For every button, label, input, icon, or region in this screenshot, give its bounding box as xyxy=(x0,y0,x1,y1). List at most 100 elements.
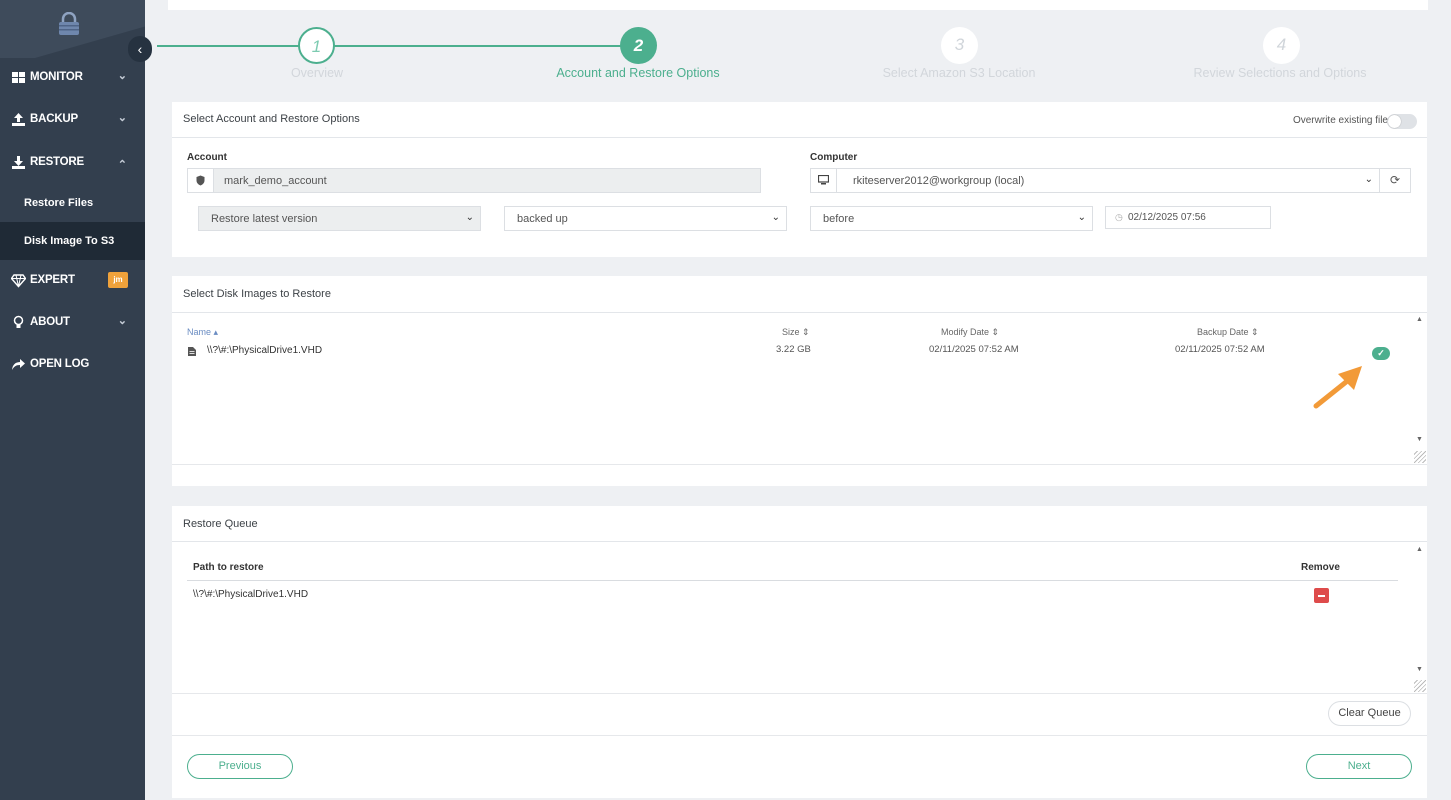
sort-asc-icon: ▴ xyxy=(213,327,219,337)
nav-expert[interactable]: EXPERT jm xyxy=(0,261,145,301)
overwrite-toggle[interactable] xyxy=(1387,114,1417,129)
scroll-up-icon[interactable]: ▲ xyxy=(1416,316,1423,323)
next-button[interactable]: Next xyxy=(1306,754,1412,779)
main-area: 1 Overview 2 Account and Restore Options… xyxy=(145,0,1451,800)
nav-backup[interactable]: BACKUP ⌄ xyxy=(0,100,145,140)
nav-about[interactable]: ABOUT ⌄ xyxy=(0,303,145,343)
nav-restore-label: RESTORE xyxy=(30,156,84,168)
account-options-title: Select Account and Restore Options xyxy=(183,113,360,125)
state-select-value: backed up xyxy=(517,213,568,225)
step-4-label: Review Selections and Options xyxy=(1193,66,1367,80)
account-options-card: Select Account and Restore Options Overw… xyxy=(172,102,1427,257)
nav-monitor[interactable]: MONITOR ⌄ xyxy=(0,58,145,98)
col-path-header: Path to restore xyxy=(193,562,264,573)
disk-image-to-s3-label: Disk Image To S3 xyxy=(24,235,115,247)
account-field[interactable]: mark_demo_account xyxy=(187,168,761,193)
sort-icon: ⇕ xyxy=(991,327,1000,337)
chevron-up-icon: ⌃ xyxy=(117,159,127,171)
chevron-down-icon: ⌄ xyxy=(1364,174,1373,185)
disk-name: \\?\#:\PhysicalDrive1.VHD xyxy=(207,345,323,356)
datetime-value: 02/12/2025 07:56 xyxy=(1128,212,1206,223)
diamond-icon xyxy=(11,274,26,288)
col-size-header[interactable]: Size ⇕ xyxy=(782,327,810,338)
version-select[interactable]: Restore latest version ⌄ xyxy=(198,206,481,231)
sidebar-item-restore-files[interactable]: Restore Files xyxy=(0,184,145,222)
selected-check-icon[interactable]: ✓ xyxy=(1372,347,1390,360)
scroll-down-icon[interactable]: ▼ xyxy=(1416,436,1423,443)
computer-select[interactable]: rkiteserver2012@workgroup (local) ⌄ xyxy=(810,168,1380,193)
account-value: mark_demo_account xyxy=(224,175,327,187)
step-1-circle[interactable]: 1 xyxy=(298,27,335,64)
scroll-up-icon[interactable]: ▲ xyxy=(1416,546,1423,553)
disk-backup-date: 02/11/2025 07:52 AM xyxy=(1175,344,1265,355)
scroll-down-icon[interactable]: ▼ xyxy=(1416,666,1423,673)
computer-label: Computer xyxy=(810,152,858,163)
nav-about-label: ABOUT xyxy=(30,316,70,328)
version-select-value: Restore latest version xyxy=(211,213,318,225)
sort-icon: ⇕ xyxy=(1251,327,1259,337)
share-arrow-icon xyxy=(12,359,25,370)
overwrite-label: Overwrite existing files xyxy=(1292,115,1393,126)
upload-icon xyxy=(12,113,25,126)
chevron-down-icon: ⌄ xyxy=(117,112,127,124)
nav-restore[interactable]: RESTORE ⌃ xyxy=(0,143,145,183)
monitor-icon xyxy=(811,169,837,192)
restore-queue-title: Restore Queue xyxy=(183,518,258,530)
disk-images-title: Select Disk Images to Restore xyxy=(183,288,331,300)
restore-queue-header: Restore Queue xyxy=(172,506,1427,542)
wizard-stepper: 1 Overview 2 Account and Restore Options… xyxy=(145,26,1451,86)
sidebar-header xyxy=(0,0,145,58)
refresh-icon: ⟳ xyxy=(1389,173,1401,187)
sidebar-item-disk-image-to-s3[interactable]: Disk Image To S3 xyxy=(0,222,145,260)
restore-queue-card: Restore Queue Path to restore Remove \\?… xyxy=(172,506,1427,798)
disk-modify-date: 02/11/2025 07:52 AM xyxy=(929,344,1019,355)
step-1-label: Overview xyxy=(290,66,344,80)
clock-icon: ◷ xyxy=(1115,212,1123,222)
bulb-icon xyxy=(13,315,24,328)
account-label: Account xyxy=(187,152,227,163)
nav-open-log-label: OPEN LOG xyxy=(30,358,90,370)
clear-queue-button[interactable]: Clear Queue xyxy=(1328,701,1411,726)
divider xyxy=(172,464,1427,465)
nav-open-log[interactable]: OPEN LOG xyxy=(0,345,145,385)
sidebar-collapse-button[interactable]: ‹ xyxy=(128,36,152,62)
divider xyxy=(172,693,1427,694)
divider xyxy=(187,580,1398,581)
chevron-down-icon: ⌄ xyxy=(771,212,780,223)
expert-badge: jm xyxy=(108,272,128,288)
when-select-value: before xyxy=(823,213,855,225)
resize-grip-icon[interactable] xyxy=(1414,451,1426,463)
download-icon xyxy=(12,156,25,169)
shield-icon xyxy=(188,169,214,192)
chevron-down-icon: ⌄ xyxy=(465,212,474,223)
chevron-down-icon: ⌄ xyxy=(117,70,127,82)
step-3-circle: 3 xyxy=(941,27,978,64)
divider xyxy=(172,735,1427,736)
resize-grip-icon[interactable] xyxy=(1414,680,1426,692)
nav-expert-label: EXPERT xyxy=(30,274,75,286)
previous-button[interactable]: Previous xyxy=(187,754,293,779)
disk-images-card: Select Disk Images to Restore Name ▴ Siz… xyxy=(172,276,1427,486)
datetime-field[interactable]: ◷ 02/12/2025 07:56 xyxy=(1105,206,1271,229)
file-icon xyxy=(188,347,196,356)
chevron-down-icon: ⌄ xyxy=(1077,212,1086,223)
col-name-header[interactable]: Name ▴ xyxy=(187,327,218,338)
lock-logo-icon xyxy=(59,12,79,35)
step-2-label: Account and Restore Options xyxy=(556,66,720,80)
chevron-down-icon: ⌄ xyxy=(117,315,127,327)
disk-size: 3.22 GB xyxy=(776,344,811,355)
state-select[interactable]: backed up ⌄ xyxy=(504,206,787,231)
computer-value: rkiteserver2012@workgroup (local) xyxy=(853,175,1025,187)
col-modify-header[interactable]: Modify Date ⇕ xyxy=(941,327,999,338)
account-options-header: Select Account and Restore Options Overw… xyxy=(172,102,1427,138)
step-progress-line xyxy=(157,45,638,47)
sidebar: ‹ MONITOR ⌄ BACKUP ⌄ RESTORE ⌃ Restore F… xyxy=(0,0,152,800)
when-select[interactable]: before ⌄ xyxy=(810,206,1093,231)
annotation-arrow-icon xyxy=(1313,366,1362,409)
col-backup-header[interactable]: Backup Date ⇕ xyxy=(1197,327,1259,338)
remove-icon[interactable] xyxy=(1314,588,1329,603)
refresh-computer-button[interactable]: ⟳ xyxy=(1379,168,1411,193)
step-2-circle[interactable]: 2 xyxy=(620,27,657,64)
step-3-label: Select Amazon S3 Location xyxy=(882,66,1036,80)
grid-icon xyxy=(12,72,25,83)
